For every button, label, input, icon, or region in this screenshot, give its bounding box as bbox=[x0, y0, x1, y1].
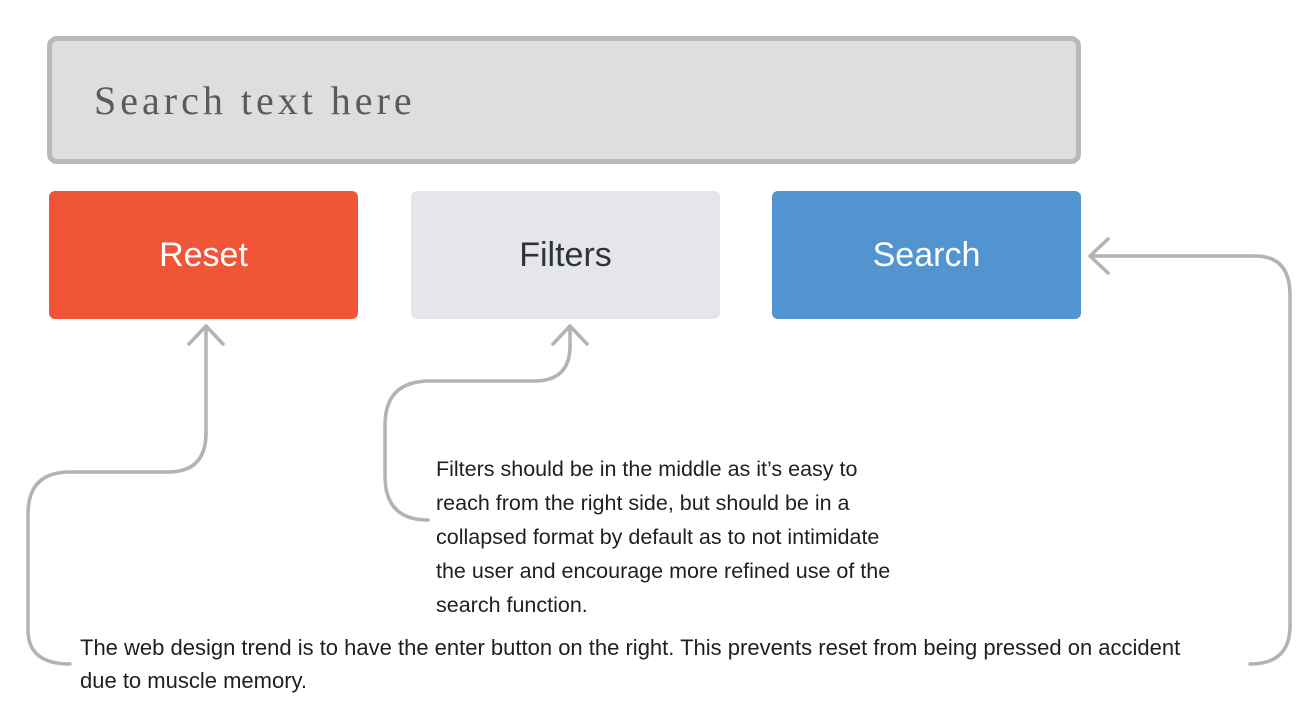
arrow-up-icon bbox=[551, 324, 589, 346]
reset-arrow-line bbox=[26, 324, 208, 666]
search-button[interactable]: Search bbox=[772, 191, 1081, 319]
filters-button-label: Filters bbox=[519, 235, 612, 274]
search-button-label: Search bbox=[872, 235, 981, 274]
filters-button[interactable]: Filters bbox=[411, 191, 720, 319]
design-trend-annotation: The web design trend is to have the ente… bbox=[80, 635, 1181, 693]
arrow-left-icon bbox=[1088, 237, 1110, 275]
search-box[interactable] bbox=[47, 36, 1081, 164]
search-arrow-line bbox=[1088, 254, 1292, 666]
search-input[interactable] bbox=[52, 41, 1076, 159]
filters-annotation: Filters should be in the middle as it’s … bbox=[436, 457, 891, 617]
reset-button-label: Reset bbox=[159, 235, 248, 274]
reset-button[interactable]: Reset bbox=[49, 191, 358, 319]
arrow-up-icon bbox=[187, 324, 225, 346]
